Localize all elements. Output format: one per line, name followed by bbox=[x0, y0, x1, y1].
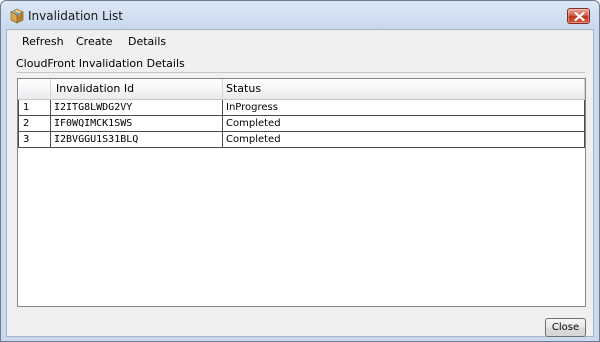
invalidation-id-header-label: Invalidation Id bbox=[56, 82, 135, 96]
menu-details[interactable]: Details bbox=[126, 35, 168, 49]
close-icon bbox=[574, 12, 585, 21]
status-cell[interactable]: Completed bbox=[222, 114, 585, 132]
status-header[interactable]: Status bbox=[222, 79, 585, 100]
status-cell[interactable]: Completed bbox=[222, 130, 585, 148]
menu-create[interactable]: Create bbox=[74, 35, 115, 49]
window-title: Invalidation List bbox=[28, 9, 124, 23]
invalidation-table: Invalidation Id Status 1 I2ITG8LWDG2VY I… bbox=[18, 79, 585, 148]
status-cell[interactable]: InProgress bbox=[222, 98, 585, 116]
invalidation-list-window: Invalidation List Refresh Create Details… bbox=[0, 0, 600, 342]
row-number: 3 bbox=[18, 130, 51, 148]
package-box-icon bbox=[9, 8, 25, 24]
table-header-row: Invalidation Id Status bbox=[18, 79, 585, 100]
dialog-body: Refresh Create Details CloudFront Invali… bbox=[6, 29, 594, 337]
invalidation-id-cell[interactable]: I2BVGGU1S31BLQ bbox=[50, 130, 223, 148]
row-number: 2 bbox=[18, 114, 51, 132]
table-row[interactable]: 3 I2BVGGU1S31BLQ Completed bbox=[18, 130, 585, 148]
row-number: 1 bbox=[18, 98, 51, 116]
close-button[interactable]: Close bbox=[545, 318, 586, 337]
title-bar: Invalidation List bbox=[1, 1, 599, 30]
invalidation-id-cell[interactable]: I2ITG8LWDG2VY bbox=[50, 98, 223, 116]
section-divider bbox=[16, 72, 585, 73]
menu-refresh[interactable]: Refresh bbox=[20, 35, 66, 49]
table-row[interactable]: 2 IF0WQIMCK1SWS Completed bbox=[18, 114, 585, 132]
invalidation-table-panel[interactable]: Invalidation Id Status 1 I2ITG8LWDG2VY I… bbox=[17, 78, 586, 307]
table-row[interactable]: 1 I2ITG8LWDG2VY InProgress bbox=[18, 98, 585, 116]
invalidation-id-header[interactable]: Invalidation Id bbox=[50, 79, 223, 100]
row-number-header[interactable] bbox=[18, 79, 51, 100]
window-close-button[interactable] bbox=[567, 8, 590, 24]
section-title: CloudFront Invalidation Details bbox=[16, 57, 185, 70]
menu-bar: Refresh Create Details bbox=[7, 30, 593, 54]
invalidation-id-cell[interactable]: IF0WQIMCK1SWS bbox=[50, 114, 223, 132]
